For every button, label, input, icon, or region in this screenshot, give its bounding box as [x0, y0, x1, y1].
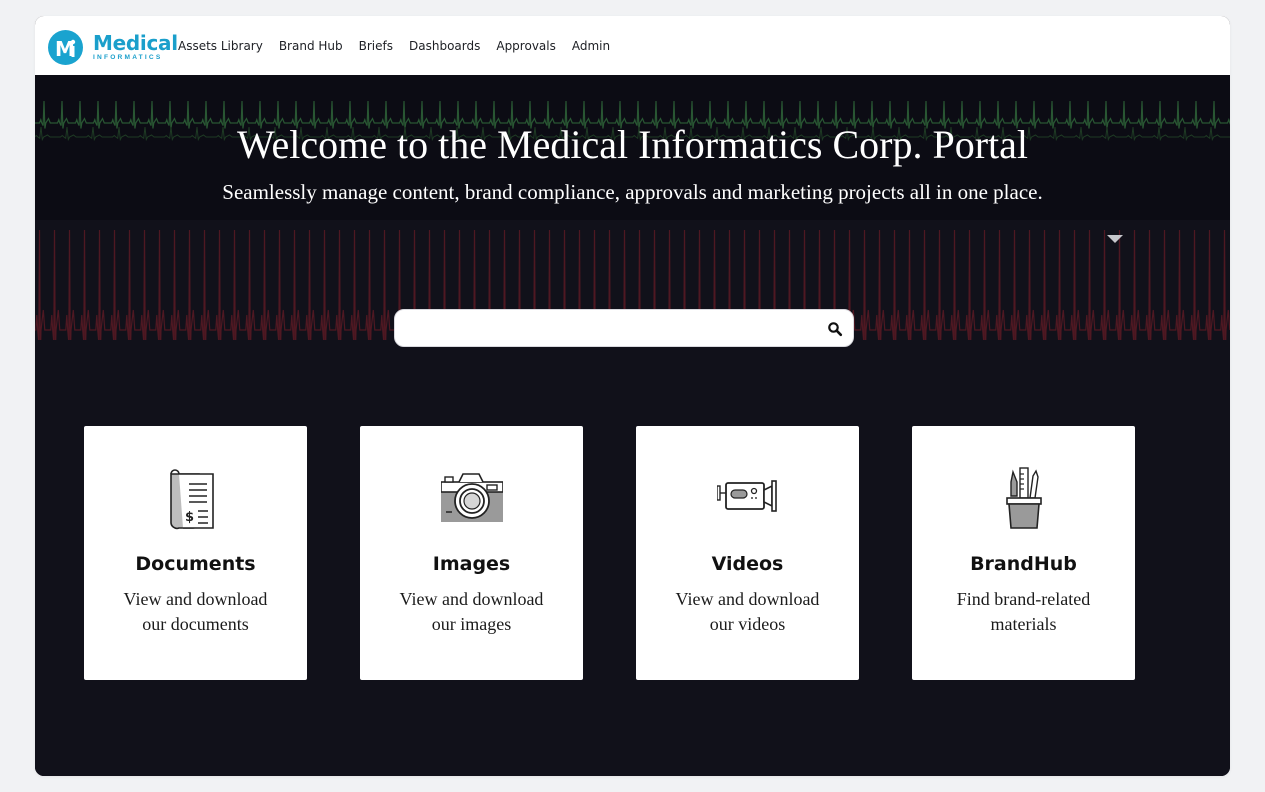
app-window: M Medical INFORMATICS Assets Library Bra… — [35, 16, 1230, 776]
video-camera-icon — [717, 480, 777, 512]
card-desc-line: materials — [990, 614, 1057, 634]
card-desc-line: View and download — [123, 589, 268, 609]
card-desc-line: View and download — [399, 589, 544, 609]
card-description: Find brand-related materials — [932, 587, 1115, 637]
card-description: View and download our images — [380, 587, 563, 637]
pencil-cup-icon — [1006, 467, 1042, 529]
card-description: View and download our documents — [104, 587, 287, 637]
nav-link-approvals[interactable]: Approvals — [496, 39, 556, 53]
card-images[interactable]: Images View and download our images — [360, 426, 583, 680]
card-desc-line: our documents — [142, 614, 249, 634]
hero-title: Welcome to the Medical Informatics Corp.… — [237, 122, 1028, 167]
nav-link-assets-library[interactable]: Assets Library — [178, 39, 263, 53]
hero-subtitle: Seamlessly manage content, brand complia… — [222, 180, 1043, 204]
card-desc-line: View and download — [675, 589, 820, 609]
card-desc-line: our videos — [709, 614, 786, 634]
card-title: Images — [432, 553, 511, 575]
brand-logo[interactable]: M Medical INFORMATICS — [48, 30, 178, 65]
hero-section: Welcome to the Medical Informatics Corp.… — [35, 75, 1230, 776]
card-title: Documents — [135, 553, 256, 575]
card-desc-line: our images — [431, 614, 512, 634]
card-desc-line: Find brand-related — [956, 589, 1091, 609]
top-navigation: M Medical INFORMATICS Assets Library Bra… — [35, 16, 1230, 75]
document-receipt-icon: $ — [170, 469, 214, 530]
svg-text:$: $ — [185, 510, 194, 525]
logo-tagline: INFORMATICS — [93, 54, 163, 62]
card-brandhub[interactable]: BrandHub Find brand-related materials — [912, 426, 1135, 680]
search-input[interactable] — [407, 310, 811, 348]
nav-links: Assets Library Brand Hub Briefs Dashboar… — [178, 16, 626, 75]
logo-badge-icon: M — [48, 30, 83, 65]
nav-link-brand-hub[interactable]: Brand Hub — [279, 39, 343, 53]
search-icon[interactable] — [827, 321, 843, 337]
nav-link-briefs[interactable]: Briefs — [359, 39, 393, 53]
search-bar — [394, 309, 854, 348]
logo-name: Medical — [93, 31, 178, 56]
nav-link-admin[interactable]: Admin — [572, 39, 610, 53]
card-title: BrandHub — [970, 553, 1077, 575]
nav-link-dashboards[interactable]: Dashboards — [409, 39, 480, 53]
camera-icon — [441, 473, 503, 522]
card-documents[interactable]: $ Documents View and download our docume… — [84, 426, 307, 680]
card-description: View and download our videos — [656, 587, 839, 637]
card-videos[interactable]: Videos View and download our videos — [636, 426, 859, 680]
caret-down-icon[interactable] — [1107, 235, 1123, 243]
card-title: Videos — [711, 553, 784, 575]
